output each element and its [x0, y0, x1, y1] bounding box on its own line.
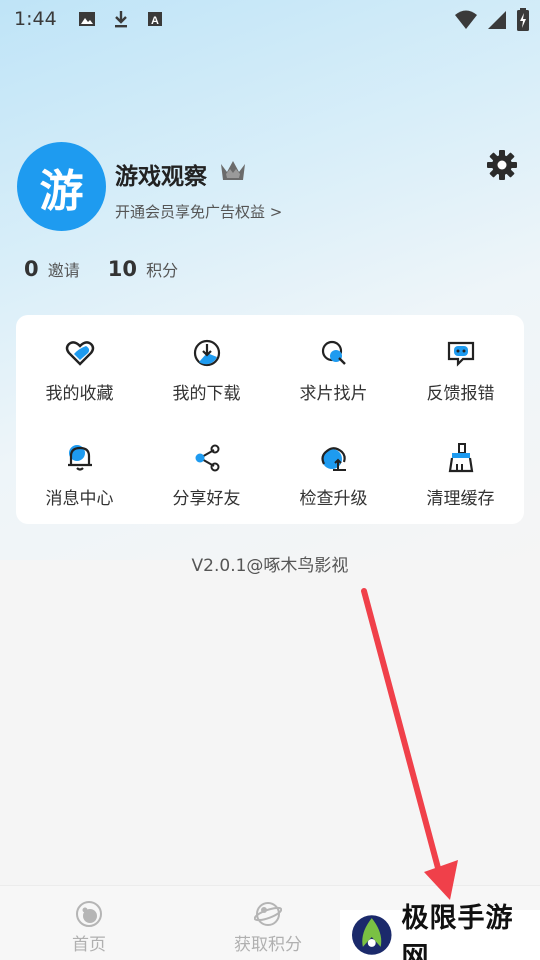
battery-charging-icon: [517, 8, 529, 31]
invites-label: 邀请: [47, 261, 80, 280]
menu-item-messages[interactable]: 消息中心: [16, 420, 143, 525]
svg-text:A: A: [151, 15, 159, 27]
heart-icon: [65, 341, 94, 366]
points-label: 积分: [146, 261, 179, 280]
menu-item-label: 分享好友: [172, 489, 241, 509]
menu-item-clear-cache[interactable]: 清理缓存: [397, 420, 524, 525]
menu-item-feedback[interactable]: 反馈报错: [397, 315, 524, 420]
share-icon: [195, 444, 219, 472]
menu-item-label: 检查升级: [299, 489, 368, 509]
gear-icon[interactable]: [486, 149, 518, 181]
watermark-text: 极限手游网: [401, 903, 514, 960]
username[interactable]: 游戏观察: [115, 157, 207, 191]
stats-row: 0 邀请 10 积分: [24, 257, 178, 281]
tab-label: 获取积分: [234, 935, 302, 955]
tab-get-points[interactable]: 获取积分: [234, 900, 302, 955]
upload-cloud-icon: [320, 447, 346, 471]
menu-card: 我的收藏 我的下载 求片找片 反馈报错 消息中心 分享好友 检查升级 清理缓存: [16, 315, 524, 524]
menu-item-label: 求片找片: [299, 384, 368, 404]
status-bar: 1:44 A: [0, 0, 540, 38]
wifi-icon: [455, 10, 477, 29]
menu-item-favorites[interactable]: 我的收藏: [16, 315, 143, 420]
invites-stat[interactable]: 0 邀请: [24, 257, 80, 281]
version-text: V2.0.1@啄木鸟影视: [191, 556, 349, 576]
menu-item-share[interactable]: 分享好友: [143, 420, 270, 525]
download-circle-icon: [193, 339, 220, 367]
menu-item-request[interactable]: 求片找片: [270, 315, 397, 420]
menu-item-label: 消息中心: [45, 489, 114, 509]
broom-icon: [448, 443, 473, 473]
download-icon: [114, 11, 127, 28]
image-icon: [78, 12, 95, 26]
crown-icon: [221, 161, 245, 180]
menu-item-downloads[interactable]: 我的下载: [143, 315, 270, 420]
tab-label: 首页: [72, 935, 106, 955]
avatar[interactable]: 游: [17, 142, 106, 231]
feedback-icon: [447, 341, 474, 367]
menu-item-update[interactable]: 检查升级: [270, 420, 397, 525]
watermark: 极限手游网: [340, 903, 540, 960]
vip-link[interactable]: 开通会员享免广告权益 >: [115, 201, 282, 222]
a-box-icon: A: [147, 12, 162, 27]
points-icon: [254, 902, 282, 926]
search-icon: [321, 340, 346, 365]
bell-icon: [67, 445, 92, 471]
home-icon: [76, 901, 102, 927]
tab-home[interactable]: 首页: [72, 900, 106, 955]
status-time: 1:44: [14, 8, 57, 30]
menu-item-label: 我的下载: [172, 384, 241, 404]
watermark-logo-icon: [351, 915, 392, 955]
menu-item-label: 反馈报错: [426, 384, 495, 404]
invites-count: 0: [24, 257, 39, 281]
points-stat[interactable]: 10 积分: [108, 257, 178, 281]
points-count: 10: [107, 257, 137, 281]
signal-icon: [488, 11, 506, 29]
menu-item-label: 我的收藏: [45, 384, 114, 404]
menu-item-label: 清理缓存: [426, 489, 495, 509]
